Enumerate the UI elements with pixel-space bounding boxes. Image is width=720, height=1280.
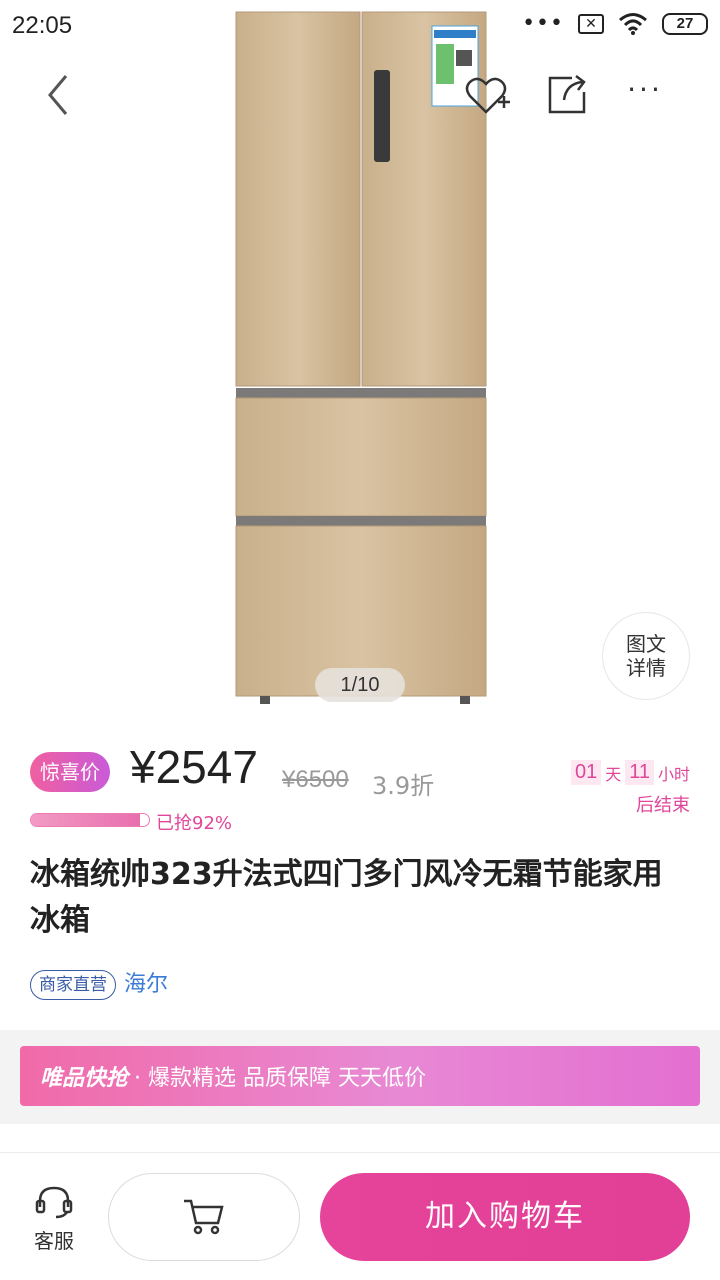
- share-icon[interactable]: [542, 70, 592, 120]
- countdown-suffix: 后结束: [636, 795, 690, 816]
- surprise-price-badge: 惊喜价: [30, 752, 110, 792]
- current-price: ¥2547: [130, 741, 258, 793]
- product-title: 冰箱统帅323升法式四门多门风冷无霜节能家用冰箱: [30, 857, 663, 938]
- sold-progress-bar: [30, 813, 150, 827]
- countdown-hours-unit: 小时: [657, 764, 690, 784]
- brand-link[interactable]: 海尔: [124, 970, 168, 1000]
- graphic-detail-button[interactable]: 图文 详情: [602, 612, 690, 700]
- countdown-days: 01: [570, 760, 602, 785]
- image-counter: 1/10: [315, 668, 405, 702]
- original-price: ¥6500: [282, 766, 349, 793]
- sold-progress-text: 已抢92%: [156, 813, 233, 834]
- cart-button[interactable]: [108, 1173, 300, 1261]
- back-icon[interactable]: [40, 70, 80, 120]
- detail-button-line2: 详情: [626, 656, 666, 680]
- promo-logo: 唯品快抢: [40, 1066, 129, 1091]
- promo-slogan: · 爆款精选 品质保障 天天低价: [134, 1066, 426, 1091]
- bottom-action-bar: 客服 加入购物车: [0, 1152, 720, 1280]
- status-icons: ••• ✕ 27: [522, 12, 708, 36]
- sold-progress-fill: [31, 814, 140, 826]
- product-image[interactable]: [220, 0, 500, 720]
- customer-service-label: 客服: [34, 1229, 74, 1253]
- countdown-hours: 11: [625, 760, 654, 785]
- promo-banner[interactable]: 唯品快抢 · 爆款精选 品质保障 天天低价: [20, 1046, 700, 1106]
- notification-dots-icon: •••: [522, 11, 564, 36]
- add-to-cart-button[interactable]: 加入购物车: [320, 1173, 690, 1261]
- no-sim-icon: ✕: [578, 14, 604, 34]
- headset-icon: [35, 1186, 73, 1219]
- cart-icon: [184, 1199, 224, 1235]
- detail-button-line1: 图文: [626, 632, 666, 656]
- self-operated-tag: 商家直营: [30, 970, 116, 1000]
- countdown: 01 天 11 小时 后结束: [570, 760, 690, 817]
- discount-label: 3.9折: [372, 772, 435, 800]
- countdown-days-unit: 天: [605, 764, 622, 784]
- wifi-icon: [619, 13, 647, 35]
- more-icon[interactable]: ···: [620, 70, 670, 120]
- customer-service-button[interactable]: 客服: [24, 1185, 84, 1254]
- favorite-add-icon[interactable]: [462, 70, 514, 120]
- status-time: 22:05: [12, 12, 73, 39]
- battery-indicator: 27: [662, 13, 708, 35]
